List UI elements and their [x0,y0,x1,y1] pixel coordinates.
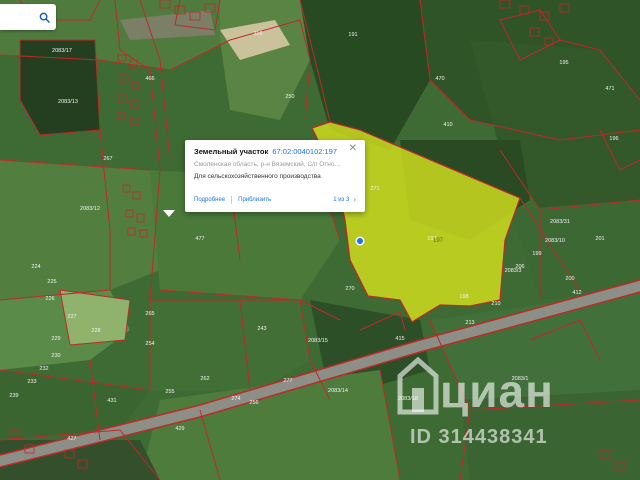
parcel-label: 2083/18 [398,396,418,402]
parcel-label: 227 [67,314,76,320]
cadastral-number-link[interactable]: 67:02:0040102:197 [272,147,337,156]
popup-land-use: Для сельскохозяйственного производства [194,173,321,180]
parcel-label: 243 [257,326,266,332]
parcel-label: 415 [395,336,404,342]
parcel-label: 477 [195,236,204,242]
parcel-label: 2083/10 [545,238,565,244]
parcel-label: 2083/14 [328,388,348,394]
parcel-label: 232 [39,366,48,372]
parcel-label: 2083/1 [512,376,529,382]
popup-title: Земельный участок 67:02:0040102:197 [194,147,356,156]
parcel-label: 277 [283,378,292,384]
parcel-label: 2083/12 [80,206,100,212]
parcel-label: 199 [532,251,541,257]
parcel-label: 274 [231,396,240,402]
parcel-label: 230 [51,353,60,359]
selected-parcel-label: 197 [433,238,444,244]
parcel-label: 262 [200,376,209,382]
parcel-label: 255 [165,389,174,395]
parcel-label: 206 [515,264,524,270]
satellite-map[interactable]: 2083/17 2083/13 2083/12 2083/15 2083/14 2083/… [0,0,640,480]
parcel-label: 471 [605,86,614,92]
parcel-label: 2083/13 [58,99,78,105]
parcel-label: 256 [249,400,258,406]
parcel-label: 233 [27,379,36,385]
parcel-label: 239 [9,393,18,399]
parcel-label: 210 [491,301,500,307]
popup-pointer [163,210,175,217]
parcel-label: 265 [145,311,154,317]
parcel-label: 254 [145,341,154,347]
parcel-label: 470 [435,76,444,82]
popup-address: Смоленская область, р-н Вяземский, С/п О… [194,161,344,168]
chevron-right-icon[interactable]: › [353,195,356,204]
parcel-label: 195 [559,60,568,66]
parcel-label: 201 [595,236,604,242]
parcel-label: 429 [175,426,184,432]
parcel-label: 250 [285,94,294,100]
popup-pager: 1 из 3 › [333,195,356,204]
parcel-label: 412 [572,290,581,296]
parcel-label: 270 [345,286,354,292]
parcel-label: 427 [67,436,76,442]
search-icon [39,12,50,23]
search-button[interactable] [0,4,56,30]
details-link[interactable]: Подробнее [194,197,225,203]
zoom-link[interactable]: Приблизить [238,197,271,203]
parcel-label: 2083/31 [550,219,570,225]
parcel-label: 259 [253,31,262,37]
parcel-label: 196 [609,136,618,142]
popup-footer: Подробнее Приблизить 1 из 3 › [194,195,356,204]
footer-divider [231,195,233,204]
parcel-label: 213 [465,320,474,326]
parcel-label: 226 [45,296,54,302]
parcel-label: 2083/15 [308,338,328,344]
parcel-label: 224 [31,264,40,270]
location-marker[interactable] [355,236,365,246]
parcel-label: 466 [145,76,154,82]
parcel-label: 229 [51,336,60,342]
pager-text: 1 из 3 [333,196,350,203]
parcel-info-popup: Земельный участок 67:02:0040102:197 Смол… [185,140,365,212]
parcel-label: 198 [459,294,468,300]
parcel-label: 228 [91,328,100,334]
parcel-label: 2083/17 [52,48,72,54]
parcel-label: 431 [107,398,116,404]
parcel-label: 271 [370,186,379,192]
parcel-label: 191 [348,32,357,38]
close-icon[interactable]: ✕ [349,144,357,154]
parcel-label: 200 [565,276,574,282]
popup-title-text: Земельный участок [194,147,269,156]
parcel-label: 410 [443,122,452,128]
parcel-label: 225 [47,279,56,285]
parcel-label: 267 [103,156,112,162]
